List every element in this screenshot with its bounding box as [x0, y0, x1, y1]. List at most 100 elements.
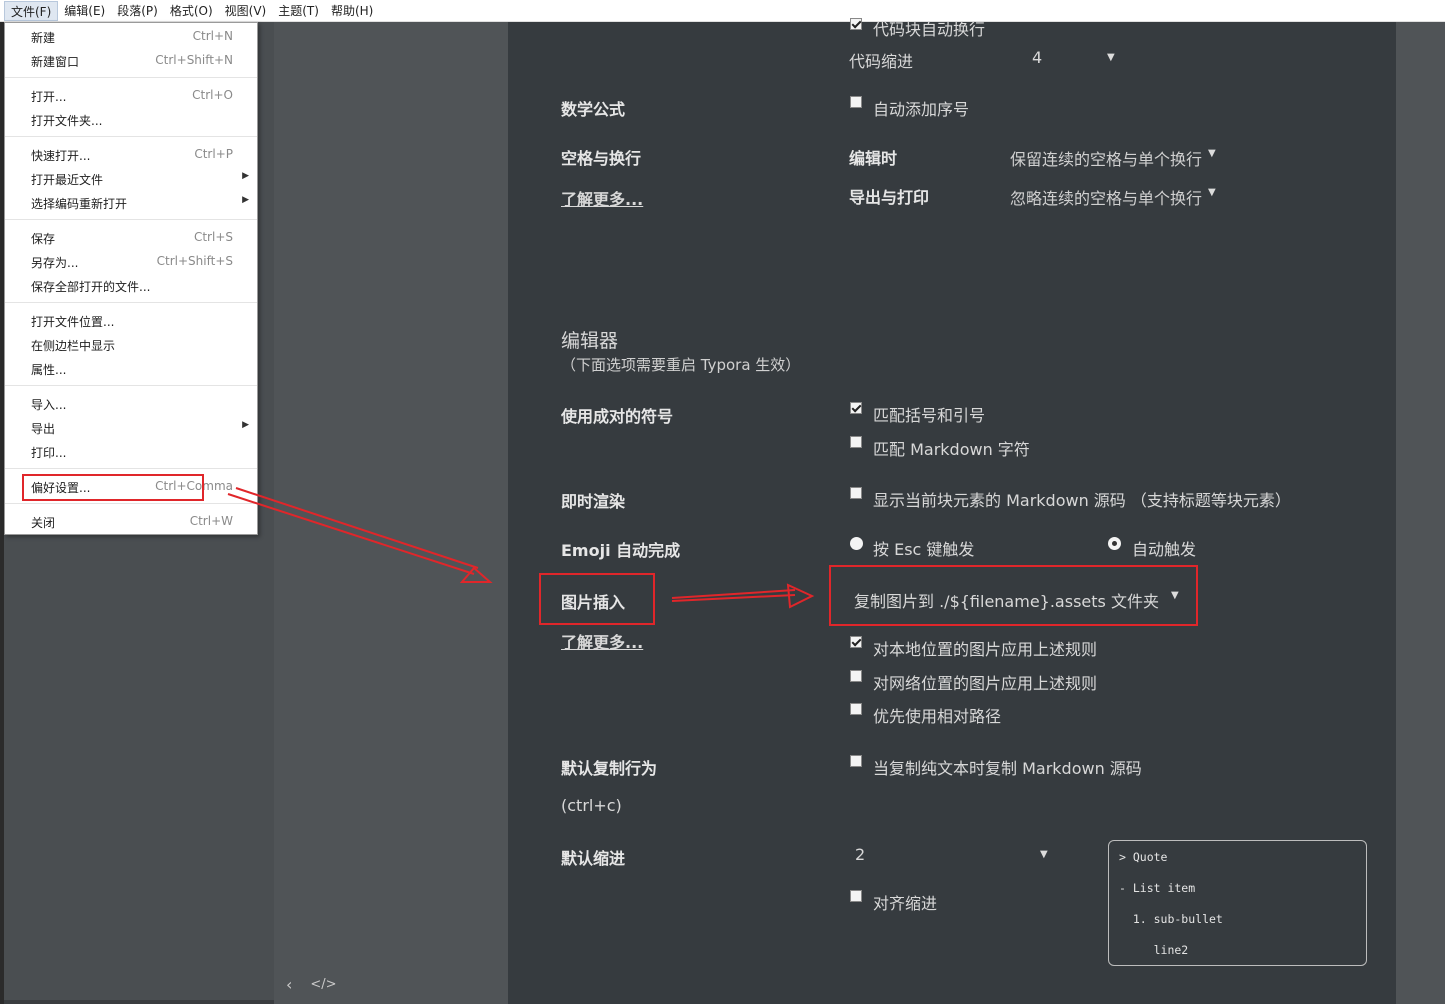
menu-item-shortcut: Ctrl+P — [194, 147, 233, 161]
menu-item-recent[interactable]: 打开最近文件 ▶ — [5, 167, 257, 191]
left-gutter — [274, 22, 508, 1004]
math-autonumber-label: 自动添加序号 — [873, 100, 970, 119]
math-autonumber-checkbox[interactable] — [850, 96, 862, 108]
live-render-option: 显示当前块元素的 Markdown 源码 （支持标题等块元素） — [873, 491, 1291, 510]
menu-paragraph[interactable]: 段落(P) — [111, 1, 164, 21]
emoji-esc-label: 按 Esc 键触发 — [873, 540, 975, 559]
menu-item-shortcut: Ctrl+W — [189, 514, 233, 528]
export-select[interactable]: 忽略连续的空格与单个换行 — [1010, 185, 1202, 209]
menu-item-label: 导入... — [31, 398, 67, 412]
editing-select[interactable]: 保留连续的空格与单个换行 — [1010, 146, 1202, 170]
code-wrap-label: 代码块自动换行 — [873, 20, 986, 39]
preview-line: - List item — [1119, 881, 1196, 895]
menu-item-new-window[interactable]: 新建窗口 Ctrl+Shift+N — [5, 49, 257, 73]
sidebar-footer — [4, 1000, 274, 1004]
image-relative-checkbox[interactable] — [850, 703, 862, 715]
menu-divider — [5, 302, 257, 303]
submenu-arrow-icon: ▶ — [242, 171, 249, 181]
live-render-label: 即时渲染 — [561, 492, 626, 511]
code-indent-select[interactable]: 4 — [1032, 48, 1042, 67]
menu-divider — [5, 503, 257, 504]
menu-item-label: 打印... — [31, 446, 67, 460]
image-local-label: 对本地位置的图片应用上述规则 — [873, 640, 1098, 659]
menu-item-open-location[interactable]: 打开文件位置... — [5, 309, 257, 333]
editor-note: （下面选项需要重启 Typora 生效） — [561, 356, 801, 374]
emoji-esc-radio[interactable] — [850, 537, 863, 550]
default-indent-label: 默认缩进 — [561, 849, 626, 868]
menu-view[interactable]: 视图(V) — [219, 1, 273, 21]
annotation-box-image-select — [829, 565, 1198, 626]
menu-divider — [5, 136, 257, 137]
editor-section-title: 编辑器 — [561, 330, 619, 352]
copy-markdown-label: 当复制纯文本时复制 Markdown 源码 — [873, 759, 1142, 778]
menu-file[interactable]: 文件(F) — [4, 0, 59, 21]
image-learn-more-link[interactable]: 了解更多... — [561, 629, 643, 653]
menu-item-save-all[interactable]: 保存全部打开的文件... — [5, 274, 257, 298]
menu-item-reopen-encoding[interactable]: 选择编码重新打开 ▶ — [5, 191, 257, 215]
annotation-box-preferences — [22, 474, 204, 501]
pairs-label: 使用成对的符号 — [561, 407, 674, 426]
menu-item-label: 保存全部打开的文件... — [31, 280, 151, 294]
menu-item-shortcut: Ctrl+Shift+N — [155, 53, 233, 67]
menu-item-new[interactable]: 新建 Ctrl+N — [5, 25, 257, 49]
menu-item-export[interactable]: 导出 ▶ — [5, 416, 257, 440]
pairs-brackets-checkbox[interactable] — [850, 402, 862, 414]
back-icon[interactable]: ‹ — [286, 975, 292, 994]
menu-item-save-as[interactable]: 另存为... Ctrl+Shift+S — [5, 250, 257, 274]
menu-item-quick-open[interactable]: 快速打开... Ctrl+P — [5, 143, 257, 167]
menu-divider — [5, 219, 257, 220]
copy-markdown-checkbox[interactable] — [850, 755, 862, 767]
menubar: 文件(F) 编辑(E) 段落(P) 格式(O) 视图(V) 主题(T) 帮助(H… — [0, 0, 1445, 22]
source-code-icon[interactable]: </> — [310, 977, 336, 994]
menu-item-reveal-sidebar[interactable]: 在侧边栏中显示 — [5, 333, 257, 357]
menu-item-save[interactable]: 保存 Ctrl+S — [5, 226, 257, 250]
live-render-checkbox[interactable] — [850, 487, 862, 499]
menu-theme[interactable]: 主题(T) — [272, 1, 325, 21]
menu-help[interactable]: 帮助(H) — [325, 1, 379, 21]
whitespace-label: 空格与换行 — [561, 149, 642, 168]
menu-item-properties[interactable]: 属性... — [5, 357, 257, 381]
menu-item-close[interactable]: 关闭 Ctrl+W — [5, 510, 257, 534]
menu-item-import[interactable]: 导入... — [5, 392, 257, 416]
emoji-auto-radio[interactable] — [1108, 537, 1121, 550]
emoji-label: Emoji 自动完成 — [561, 541, 681, 560]
align-indent-label: 对齐缩进 — [873, 894, 938, 913]
menu-item-label: 打开... — [31, 90, 67, 104]
menu-divider — [5, 468, 257, 469]
image-network-label: 对网络位置的图片应用上述规则 — [873, 674, 1098, 693]
align-indent-checkbox[interactable] — [850, 890, 862, 902]
learn-more-link[interactable]: 了解更多... — [561, 186, 643, 210]
menu-item-label: 新建窗口 — [31, 55, 80, 69]
menu-item-open[interactable]: 打开... Ctrl+O — [5, 84, 257, 108]
chevron-down-icon[interactable]: ▼ — [1208, 187, 1216, 198]
default-indent-select[interactable]: 2 — [855, 845, 865, 864]
image-network-checkbox[interactable] — [850, 670, 862, 682]
menu-item-label: 另存为... — [31, 256, 79, 270]
export-label: 导出与打印 — [849, 188, 930, 207]
menu-item-label: 选择编码重新打开 — [31, 197, 128, 211]
menu-format[interactable]: 格式(O) — [164, 1, 219, 21]
preferences-panel: 代码块自动换行 代码缩进 4 ▼ 数学公式 自动添加序号 空格与换行 编辑时 保… — [508, 18, 1396, 1004]
menu-item-label: 新建 — [31, 31, 56, 45]
menu-item-label: 打开文件夹... — [31, 114, 103, 128]
menu-edit[interactable]: 编辑(E) — [58, 1, 111, 21]
chevron-down-icon[interactable]: ▼ — [1107, 52, 1115, 63]
code-indent-label: 代码缩进 — [849, 52, 914, 71]
emoji-auto-label: 自动触发 — [1132, 540, 1197, 559]
menu-item-open-folder[interactable]: 打开文件夹... — [5, 108, 257, 132]
image-local-checkbox[interactable] — [850, 636, 862, 648]
code-wrap-checkbox[interactable] — [850, 18, 862, 30]
menu-item-label: 快速打开... — [31, 149, 91, 163]
editing-label: 编辑时 — [849, 149, 898, 168]
menu-divider — [5, 77, 257, 78]
menu-item-label: 在侧边栏中显示 — [31, 339, 116, 353]
submenu-arrow-icon: ▶ — [242, 195, 249, 205]
footer-toolbar: ‹ </> — [286, 975, 337, 994]
submenu-arrow-icon: ▶ — [242, 420, 249, 430]
pairs-markdown-label: 匹配 Markdown 字符 — [873, 440, 1030, 459]
pairs-markdown-checkbox[interactable] — [850, 436, 862, 448]
menu-item-print[interactable]: 打印... — [5, 440, 257, 464]
chevron-down-icon[interactable]: ▼ — [1208, 148, 1216, 159]
chevron-down-icon[interactable]: ▼ — [1040, 849, 1048, 860]
menu-item-shortcut: Ctrl+O — [192, 88, 233, 102]
